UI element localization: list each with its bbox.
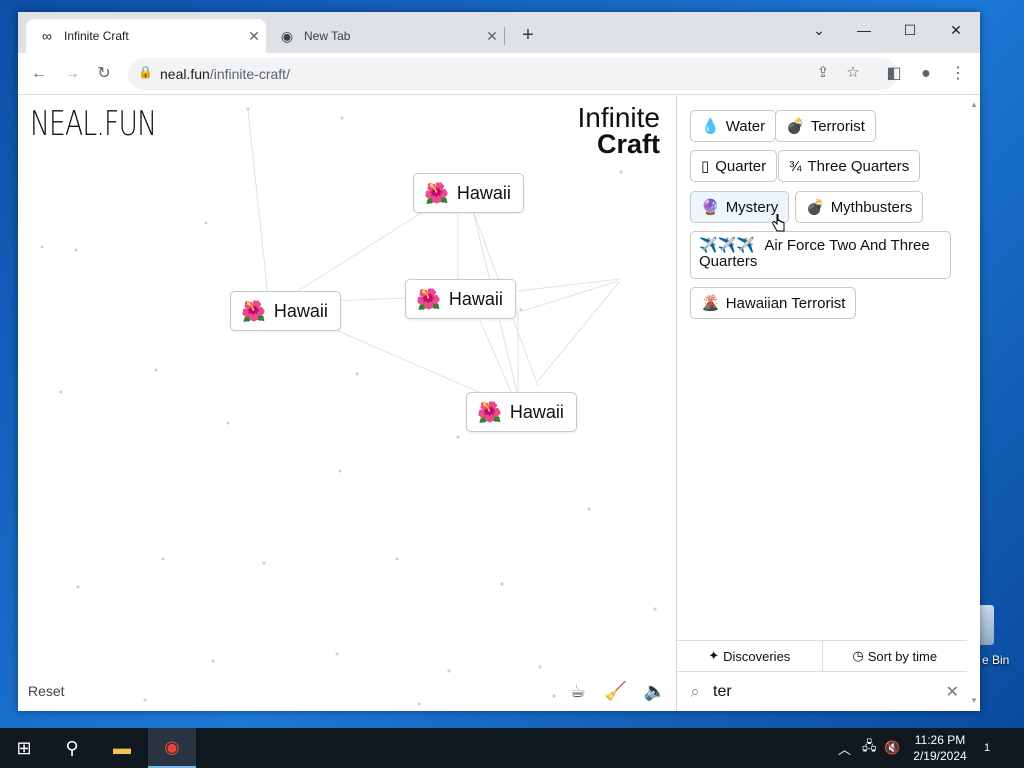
search-bar: ⌕ ✕ bbox=[677, 674, 967, 710]
infinity-icon: ∞ bbox=[42, 28, 52, 44]
tab-title: Infinite Craft bbox=[64, 29, 129, 43]
url-text[interactable]: neal.fun/infinite-craft/ bbox=[160, 66, 290, 82]
browser-window: ∞ Infinite Craft ✕ ◉ New Tab ✕ + ⌄ — ☐ ✕… bbox=[18, 12, 980, 711]
address-bar[interactable]: 🔒 neal.fun/infinite-craft/ ⇪ ☆ bbox=[128, 58, 898, 90]
volcano-icon: 🌋 bbox=[701, 295, 720, 312]
tab-search-button[interactable]: ⌄ bbox=[799, 16, 839, 44]
coffee-cup-icon[interactable]: ☕ bbox=[565, 678, 591, 704]
profile-avatar-icon[interactable]: ● bbox=[914, 62, 938, 86]
item-terrorist[interactable]: 💣 Terrorist bbox=[775, 110, 876, 142]
item-label: Hawaii bbox=[273, 300, 328, 321]
three-quarters-icon: ¾ bbox=[789, 157, 802, 175]
infinite-craft-logo: Infinite Craft bbox=[577, 102, 661, 159]
tab-separator bbox=[504, 27, 505, 45]
windows-taskbar: ⊞ ⚲ ▬ ◉ ︿ 🖧 🔇 11:26 PM 2/19/2024 1 bbox=[0, 728, 1024, 768]
share-icon[interactable]: ⇪ bbox=[812, 63, 834, 81]
discoveries-button[interactable]: ✦ Discoveries bbox=[677, 641, 822, 671]
item-quarter[interactable]: ▯ Quarter bbox=[690, 150, 778, 182]
broom-icon[interactable]: 🧹 bbox=[603, 678, 629, 704]
canvas-item-hawaii[interactable]: 🌺 Hawaii bbox=[405, 279, 516, 319]
canvas-item-hawaii[interactable]: 🌺 Hawaii bbox=[466, 392, 577, 432]
volume-muted-icon[interactable]: 🔇 bbox=[884, 728, 900, 768]
menu-kebab-icon[interactable]: ⋮ bbox=[946, 62, 970, 86]
craft-canvas[interactable]: NEAL.FUN Infinite Craft 🌺 Hawaii 🌺 Hawai… bbox=[18, 96, 676, 711]
quarter-icon: ▯ bbox=[701, 158, 710, 175]
file-explorer-icon[interactable]: ▬ bbox=[98, 728, 146, 768]
item-air-force-two-and-three-quarters[interactable]: ✈️✈️✈️ Air Force Two And Three Quarters bbox=[690, 231, 951, 279]
recycle-bin-label[interactable]: e Bin bbox=[982, 653, 1009, 667]
maximize-button[interactable]: ☐ bbox=[890, 16, 930, 44]
item-label: Quarter bbox=[715, 157, 767, 175]
background-lines bbox=[40, 107, 657, 706]
back-icon[interactable]: ← bbox=[27, 62, 51, 86]
airplane-icon: ✈️✈️✈️ bbox=[699, 237, 756, 254]
item-label: Hawaiian Terrorist bbox=[725, 294, 846, 312]
scroll-down-arrow[interactable]: ▼ bbox=[970, 696, 978, 705]
item-hawaiian-terrorist[interactable]: 🌋 Hawaiian Terrorist bbox=[690, 287, 857, 319]
canvas-item-hawaii[interactable]: 🌺 Hawaii bbox=[413, 173, 524, 213]
sort-by-time-button[interactable]: ◷ Sort by time bbox=[821, 641, 968, 671]
tray-chevron-icon[interactable]: ︿ bbox=[838, 728, 851, 768]
minimize-button[interactable]: — bbox=[844, 16, 884, 44]
sparkle-icon: ✦ bbox=[708, 648, 720, 663]
hibiscus-icon: 🌺 bbox=[477, 401, 502, 424]
reset-button[interactable]: Reset bbox=[28, 683, 65, 699]
reload-icon[interactable]: ↻ bbox=[92, 62, 116, 86]
crystal-ball-icon: 🔮 bbox=[701, 199, 720, 216]
droplet-icon: 💧 bbox=[701, 118, 720, 135]
item-label: Mythbusters bbox=[830, 198, 913, 216]
bookmark-star-icon[interactable]: ☆ bbox=[842, 63, 864, 81]
search-icon[interactable]: ⚲ bbox=[48, 728, 96, 768]
clock-icon: ◷ bbox=[852, 648, 864, 663]
item-label: Mystery bbox=[725, 198, 779, 216]
close-tab-icon[interactable]: ✕ bbox=[484, 28, 500, 45]
bomb-icon: 💣 bbox=[806, 199, 825, 216]
close-window-button[interactable]: ✕ bbox=[936, 16, 976, 44]
infinite-craft-page: NEAL.FUN Infinite Craft 🌺 Hawaii 🌺 Hawai… bbox=[18, 96, 980, 711]
item-label: Terrorist bbox=[810, 117, 865, 135]
browser-toolbar: ← → ↻ 🔒 neal.fun/infinite-craft/ ⇪ ☆ ◧ ●… bbox=[18, 53, 980, 95]
forward-icon[interactable]: → bbox=[60, 62, 84, 86]
bomb-icon: 💣 bbox=[786, 118, 805, 135]
network-icon[interactable]: 🖧 bbox=[862, 728, 877, 768]
item-label: Hawaii bbox=[509, 401, 564, 422]
search-icon: ⌕ bbox=[690, 682, 700, 701]
lock-icon[interactable]: 🔒 bbox=[138, 65, 153, 79]
item-mythbusters[interactable]: 💣 Mythbusters bbox=[795, 191, 924, 223]
notification-count: 1 bbox=[984, 742, 991, 754]
hand-pointer-cursor-icon bbox=[772, 214, 785, 232]
windows-start-icon[interactable]: ⊞ bbox=[0, 728, 48, 768]
hibiscus-icon: 🌺 bbox=[416, 288, 441, 311]
item-label: Three Quarters bbox=[807, 157, 910, 175]
side-panel-icon[interactable]: ◧ bbox=[882, 62, 906, 86]
sound-icon[interactable]: 🔈 bbox=[642, 678, 668, 704]
item-label: Water bbox=[725, 117, 766, 135]
tab-infinite-craft[interactable]: ∞ Infinite Craft ✕ bbox=[26, 19, 266, 53]
clear-search-icon[interactable]: ✕ bbox=[946, 682, 959, 702]
hibiscus-icon: 🌺 bbox=[241, 300, 266, 323]
chrome-icon[interactable]: ◉ bbox=[148, 728, 196, 768]
chrome-icon: ◉ bbox=[280, 27, 294, 44]
new-tab-button[interactable]: + bbox=[516, 24, 540, 48]
tab-title: New Tab bbox=[304, 29, 351, 43]
item-label: Hawaii bbox=[448, 288, 503, 309]
notification-icon[interactable]: 1 bbox=[984, 728, 990, 768]
items-sidebar: ▲ 💧 Water 💣 Terrorist ▯ Quarter ¾ Three … bbox=[676, 96, 980, 711]
item-three-quarters[interactable]: ¾ Three Quarters bbox=[778, 150, 921, 182]
item-label: Hawaii bbox=[456, 182, 511, 203]
tab-new-tab[interactable]: ◉ New Tab ✕ bbox=[268, 19, 504, 53]
tab-bar: ∞ Infinite Craft ✕ ◉ New Tab ✕ + ⌄ — ☐ ✕ bbox=[18, 12, 980, 53]
item-water[interactable]: 💧 Water bbox=[690, 110, 777, 142]
neal-fun-logo[interactable]: NEAL.FUN bbox=[30, 104, 157, 144]
hibiscus-icon: 🌺 bbox=[424, 182, 449, 205]
search-input[interactable] bbox=[713, 683, 913, 701]
system-clock[interactable]: 11:26 PM 2/19/2024 bbox=[905, 732, 975, 764]
scroll-up-arrow[interactable]: ▲ bbox=[970, 100, 978, 109]
canvas-item-hawaii[interactable]: 🌺 Hawaii bbox=[230, 291, 341, 331]
sort-bar: ✦ Discoveries ◷ Sort by time bbox=[677, 640, 967, 672]
close-tab-icon[interactable]: ✕ bbox=[246, 28, 262, 45]
